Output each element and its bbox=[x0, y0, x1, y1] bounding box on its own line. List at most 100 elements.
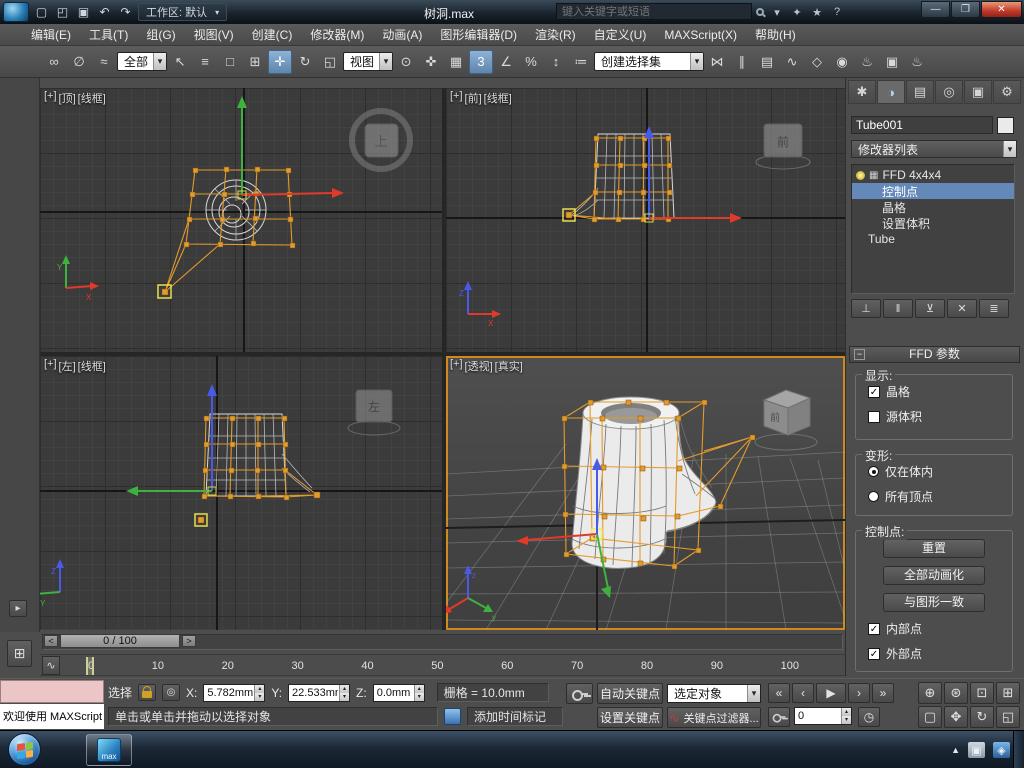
tab-hierarchy[interactable]: ▤ bbox=[906, 80, 934, 104]
material-editor-icon[interactable]: ◉ bbox=[830, 50, 854, 74]
menu-item[interactable]: 自定义(U) bbox=[585, 23, 656, 46]
tab-modify[interactable]: ◑ bbox=[877, 80, 905, 104]
show-desktop-button[interactable] bbox=[1013, 731, 1024, 768]
set-key-button[interactable]: 设置关键点 bbox=[597, 707, 663, 728]
menu-item[interactable]: 创建(C) bbox=[243, 23, 302, 46]
reset-button[interactable]: 重置 bbox=[883, 539, 985, 558]
conform-to-shape-button[interactable]: 与图形一致 bbox=[883, 593, 985, 612]
isolate-selection-icon[interactable] bbox=[444, 708, 461, 725]
viewport-perspective[interactable]: 前 zxy [+] [透视] [真实] bbox=[446, 356, 845, 630]
save-file-icon[interactable]: ▣ bbox=[74, 3, 93, 21]
viewport-menu-plus[interactable]: [+] bbox=[450, 90, 463, 106]
modifier-enabled-bulb-icon[interactable] bbox=[856, 170, 865, 180]
viewport-menu-view[interactable]: [左] bbox=[59, 358, 76, 374]
next-frame-arrow[interactable]: > bbox=[182, 635, 196, 647]
tab-motion[interactable]: ◎ bbox=[935, 80, 963, 104]
select-and-link-icon[interactable]: ∞ bbox=[42, 50, 66, 74]
previous-frame-button[interactable]: ‹ bbox=[792, 683, 814, 703]
menu-item[interactable]: 组(G) bbox=[137, 23, 184, 46]
macro-recorder-field[interactable] bbox=[0, 680, 104, 703]
tray-expand-arrow[interactable]: ▲ bbox=[951, 745, 960, 755]
track-bar[interactable]: ∿ 0 10 20 30 40 50 60 70 80 90 100 bbox=[40, 654, 845, 676]
curve-editor-icon[interactable]: ∿ bbox=[780, 50, 804, 74]
menu-item[interactable]: MAXScript(X) bbox=[655, 25, 746, 45]
maximize-viewport-toggle-icon[interactable]: ◱ bbox=[996, 706, 1020, 728]
rectangular-selection-region-icon[interactable]: □ bbox=[218, 50, 242, 74]
search-dropdown-icon[interactable]: ▾ bbox=[768, 3, 786, 21]
tray-icon-1[interactable]: ▣ bbox=[968, 742, 985, 758]
orbit-icon[interactable]: ↻ bbox=[970, 706, 994, 728]
viewport-menu-view[interactable]: [透视] bbox=[465, 358, 493, 374]
window-crossing-icon[interactable]: ⊞ bbox=[243, 50, 267, 74]
edit-named-selection-sets-icon[interactable]: ≔ bbox=[569, 50, 593, 74]
go-to-start-button[interactable]: « bbox=[768, 683, 790, 703]
3dsmax-logo-button[interactable] bbox=[3, 2, 29, 22]
rollout-header[interactable]: − FFD 参数 bbox=[849, 346, 1020, 363]
viewport-menu-plus[interactable]: [+] bbox=[450, 358, 463, 374]
use-pivot-center-icon[interactable]: ⊙ bbox=[394, 50, 418, 74]
spinner-down-icon[interactable]: ▾ bbox=[841, 716, 851, 724]
rendered-frame-window-icon[interactable]: ▣ bbox=[880, 50, 904, 74]
3dsmax-taskbar-button[interactable]: max bbox=[86, 734, 132, 766]
close-button[interactable]: ✕ bbox=[981, 1, 1022, 18]
viewport-left[interactable]: 左 ZY [+] [左] [线框] bbox=[40, 356, 442, 630]
zoom-region-icon[interactable]: ▢ bbox=[918, 706, 942, 728]
viewport-layout-tabs-button[interactable]: ⊞ bbox=[7, 640, 32, 667]
viewport-menu-view[interactable]: [前] bbox=[465, 90, 482, 106]
select-and-scale-icon[interactable]: ◱ bbox=[318, 50, 342, 74]
chevron-down-icon[interactable]: ▾ bbox=[379, 53, 393, 70]
viewport-menu-shading[interactable]: [线框] bbox=[484, 90, 512, 106]
time-configuration-button[interactable]: ◷ bbox=[858, 707, 880, 727]
view-cube[interactable]: 前 bbox=[755, 123, 811, 170]
configure-modifier-sets-button[interactable]: ≣ bbox=[979, 299, 1009, 318]
reference-coordinate-dropdown[interactable]: 视图 ▾ bbox=[343, 52, 394, 71]
chevron-down-icon[interactable]: ▾ bbox=[153, 53, 167, 70]
go-to-end-button[interactable]: » bbox=[872, 683, 894, 703]
workspace-dropdown[interactable]: 工作区: 默认 ▾ bbox=[138, 3, 228, 21]
animate-all-button[interactable]: 全部动画化 bbox=[883, 566, 985, 585]
zoom-all-icon[interactable]: ⊛ bbox=[944, 682, 968, 704]
viewport-front[interactable]: 前 ZX [+] [前] [线框] bbox=[446, 88, 845, 352]
unlink-selection-icon[interactable]: ∅ bbox=[67, 50, 91, 74]
spinner-up-icon[interactable]: ▴ bbox=[339, 684, 350, 693]
menu-item[interactable]: 视图(V) bbox=[185, 23, 243, 46]
selection-set-dropdown[interactable]: 选定对象 ▾ bbox=[667, 684, 761, 703]
lattice-checkbox[interactable]: ✓ bbox=[868, 385, 880, 398]
keyboard-shortcut-override-icon[interactable]: ▦ bbox=[444, 50, 468, 74]
communication-center-icon[interactable]: ✦ bbox=[788, 3, 806, 21]
mirror-icon[interactable]: ⋈ bbox=[705, 50, 729, 74]
source-volume-checkbox[interactable] bbox=[868, 410, 880, 423]
selection-lock-toggle[interactable] bbox=[138, 684, 157, 701]
spinner-up-icon[interactable]: ▴ bbox=[254, 684, 265, 693]
stack-row-ffd[interactable]: ▦ FFD 4x4x4 bbox=[852, 167, 1014, 183]
menu-item[interactable]: 图形编辑器(D) bbox=[431, 23, 526, 46]
angle-snap-icon[interactable]: ∠ bbox=[494, 50, 518, 74]
chevron-down-icon[interactable]: ▾ bbox=[747, 685, 760, 702]
object-color-swatch[interactable] bbox=[997, 116, 1014, 134]
select-object-icon[interactable]: ↖ bbox=[168, 50, 192, 74]
modifier-list-dropdown[interactable]: 修改器列表 ▾ bbox=[851, 140, 1017, 158]
viewport-top[interactable]: 上 YX [+] [顶] [线框] bbox=[40, 88, 442, 352]
search-input[interactable] bbox=[556, 3, 752, 20]
align-icon[interactable]: ∥ bbox=[730, 50, 754, 74]
menu-item[interactable]: 动画(A) bbox=[373, 23, 431, 46]
collapse-icon[interactable]: − bbox=[854, 349, 865, 360]
object-name-field[interactable] bbox=[851, 116, 993, 134]
previous-frame-arrow[interactable]: < bbox=[44, 635, 58, 647]
add-time-tag[interactable]: 添加时间标记 bbox=[467, 707, 563, 726]
absolute-mode-toggle-icon[interactable]: ◎ bbox=[162, 684, 181, 701]
remove-modifier-button[interactable]: ✕ bbox=[947, 299, 977, 318]
menu-item[interactable]: 工具(T) bbox=[80, 23, 137, 46]
minimize-button[interactable]: — bbox=[921, 1, 950, 18]
layer-manager-icon[interactable]: ▤ bbox=[755, 50, 779, 74]
selection-filter-dropdown[interactable]: 全部 ▾ bbox=[117, 52, 168, 71]
spinner-down-icon[interactable]: ▾ bbox=[413, 692, 424, 701]
zoom-extents-icon[interactable]: ⊡ bbox=[970, 682, 994, 704]
only-in-volume-radio[interactable] bbox=[868, 466, 879, 477]
viewport-menu-plus[interactable]: [+] bbox=[44, 358, 57, 374]
snaps-toggle-icon[interactable]: 3 bbox=[469, 49, 494, 74]
help-icon[interactable]: ? bbox=[828, 3, 846, 21]
search-icon[interactable] bbox=[756, 8, 764, 16]
select-and-manipulate-icon[interactable]: ✜ bbox=[419, 50, 443, 74]
tab-display[interactable]: ▣ bbox=[964, 80, 992, 104]
